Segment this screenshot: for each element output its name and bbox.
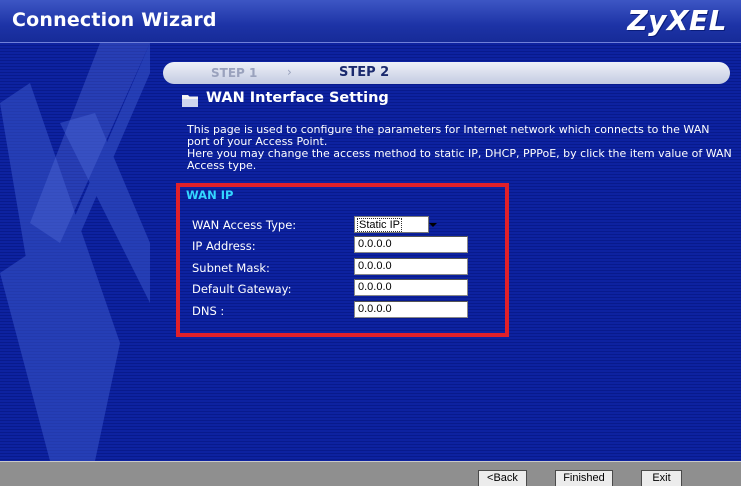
description-text-1: This page is used to configure the param…	[187, 123, 710, 148]
subnet-mask-input[interactable]: 0.0.0.0	[354, 258, 468, 275]
step-2-label: STEP 2	[339, 65, 390, 80]
title-bar: Connection Wizard ZyXEL	[0, 0, 741, 43]
back-button[interactable]: <Back	[478, 470, 527, 486]
background-decoration	[0, 43, 150, 461]
wan-access-type-value: Static IP	[357, 218, 402, 232]
wan-ip-heading: WAN IP	[186, 188, 234, 202]
finished-button[interactable]: Finished	[555, 470, 613, 486]
subnet-mask-label: Subnet Mask:	[192, 261, 270, 275]
section-title: WAN Interface Setting	[206, 90, 389, 106]
folder-icon	[182, 95, 198, 107]
dns-label: DNS :	[192, 304, 225, 318]
description-text-2: Here you may change the access method to…	[187, 147, 732, 172]
zyxel-logo: ZyXEL	[627, 4, 727, 37]
default-gateway-input[interactable]: 0.0.0.0	[354, 279, 468, 296]
dns-input[interactable]: 0.0.0.0	[354, 301, 468, 318]
wizard-window: Connection Wizard ZyXEL STEP 1 › STEP 2 …	[0, 0, 741, 486]
ip-address-input[interactable]: 0.0.0.0	[354, 236, 468, 253]
ip-address-label: IP Address:	[192, 239, 256, 253]
section-description: This page is used to configure the param…	[187, 124, 732, 172]
step-indicator: STEP 1 › STEP 2	[163, 62, 730, 84]
exit-button[interactable]: Exit	[641, 470, 682, 486]
wan-access-type-label: WAN Access Type:	[192, 218, 297, 232]
window-title: Connection Wizard	[12, 9, 217, 31]
step-1-label: STEP 1	[211, 66, 258, 80]
step-arrow-icon: ›	[287, 65, 292, 79]
button-bar	[0, 461, 741, 486]
default-gateway-label: Default Gateway:	[192, 282, 292, 296]
wan-access-type-select[interactable]: Static IP	[354, 216, 437, 233]
